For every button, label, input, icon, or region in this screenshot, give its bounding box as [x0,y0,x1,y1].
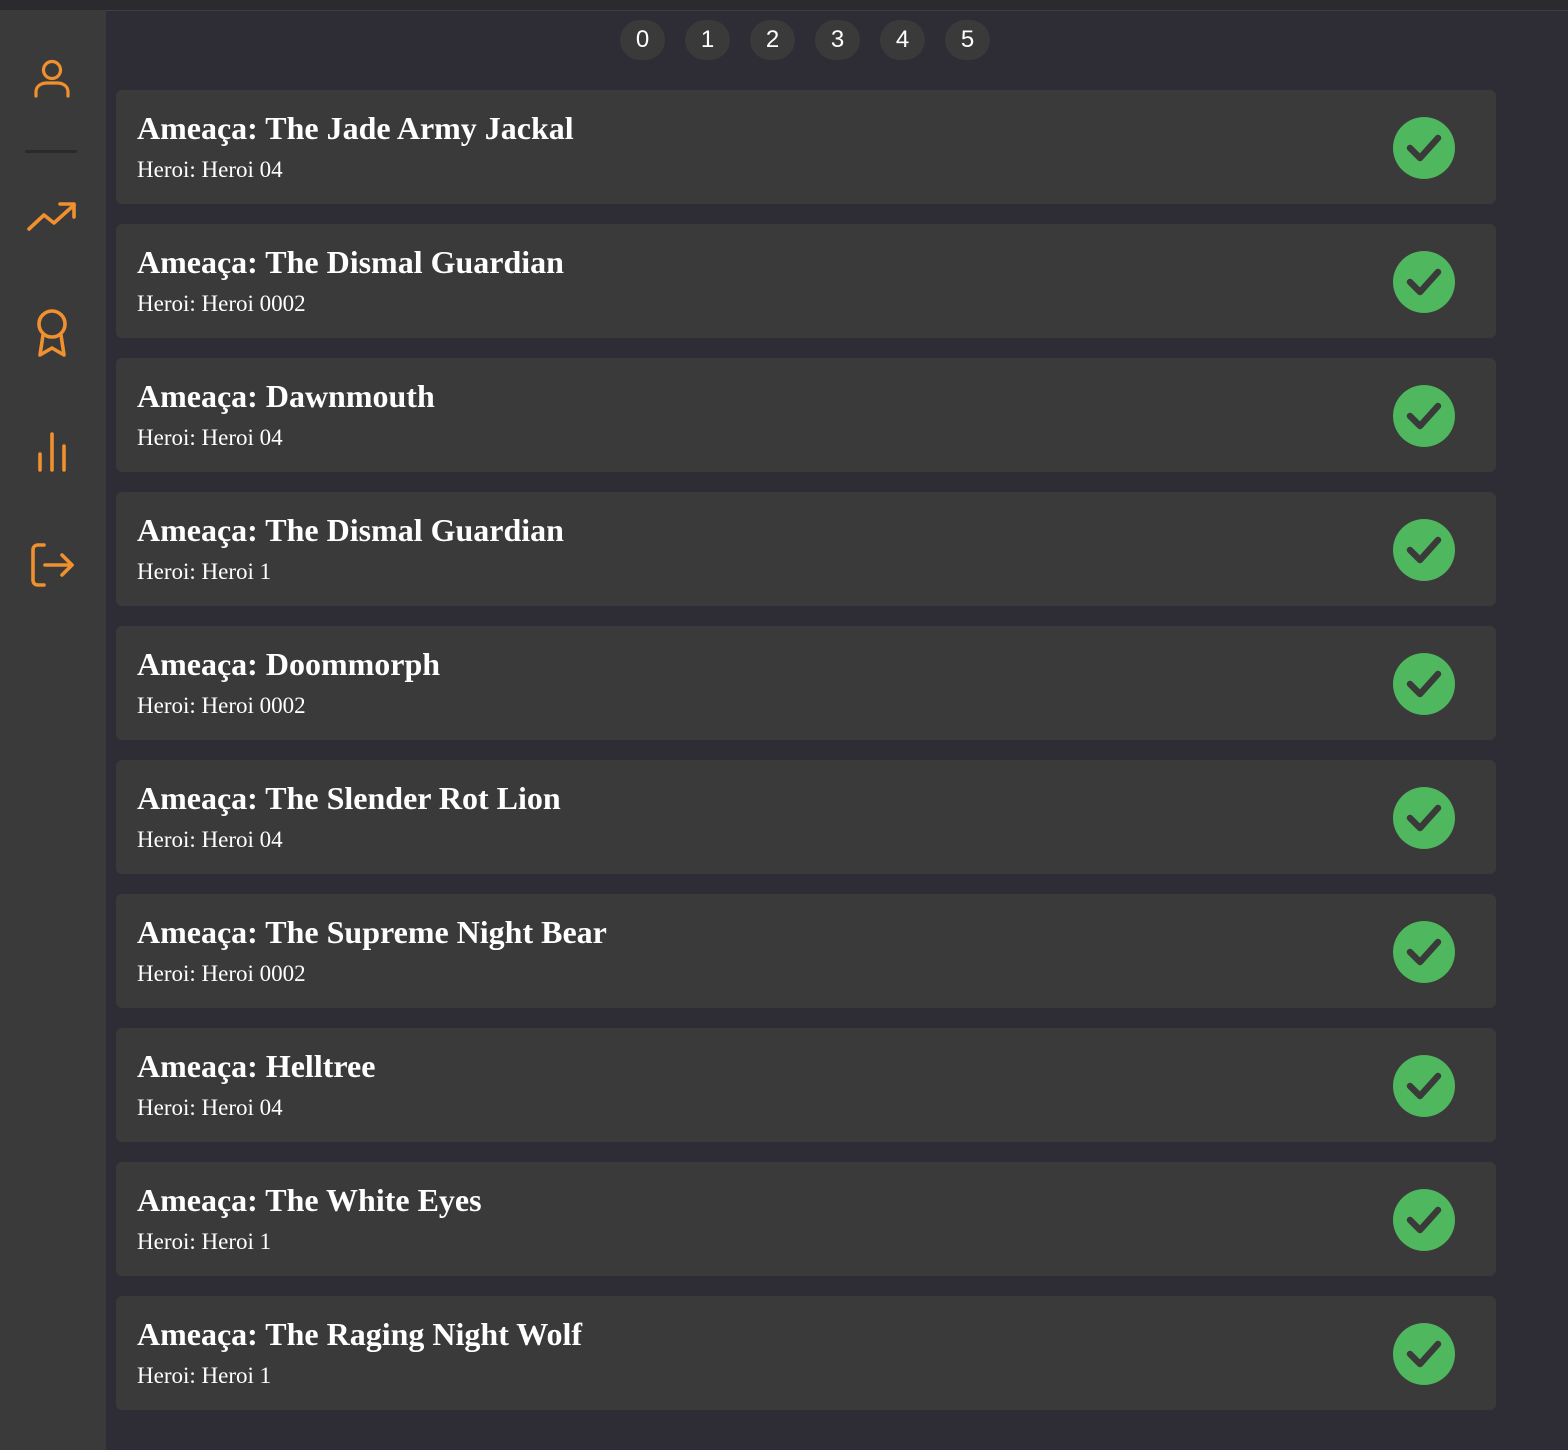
pagination: 0 1 2 3 4 5 [620,20,990,60]
check-circle-icon[interactable] [1393,921,1455,983]
threat-title: Ameaça: The Supreme Night Bear [137,914,607,950]
sidebar-item-profile[interactable] [23,49,81,107]
threat-hero: Heroi: Heroi 0002 [137,961,306,986]
page-button-3[interactable]: 3 [815,20,860,60]
threat-hero: Heroi: Heroi 04 [137,157,283,182]
check-circle-icon[interactable] [1393,653,1455,715]
check-circle-icon[interactable] [1393,1323,1455,1385]
check-circle-icon[interactable] [1393,385,1455,447]
award-icon [37,309,67,357]
trending-up-icon [27,202,76,231]
threat-card: Ameaça: The Dismal Guardian Heroi: Heroi… [116,492,1496,606]
check-circle-icon[interactable] [1393,251,1455,313]
page-button-4[interactable]: 4 [880,20,925,60]
threat-title: Ameaça: Dawnmouth [137,378,435,414]
check-circle-icon[interactable] [1393,117,1455,179]
sidebar [0,10,106,1450]
main-content: 0 1 2 3 4 5 Ameaça: The Jade Army Jackal… [106,10,1568,1450]
page-button-5[interactable]: 5 [945,20,990,60]
threat-card: Ameaça: The Dismal Guardian Heroi: Heroi… [116,224,1496,338]
threat-title: Ameaça: The White Eyes [137,1182,482,1218]
sidebar-item-logout[interactable] [23,536,81,594]
threat-card: Ameaça: The Slender Rot Lion Heroi: Hero… [116,760,1496,874]
threat-title: Ameaça: Helltree [137,1048,376,1084]
threat-title: Ameaça: The Jade Army Jackal [137,110,574,146]
threat-title: Ameaça: The Dismal Guardian [137,512,564,548]
threat-title: Ameaça: The Slender Rot Lion [137,780,561,816]
bar-chart-icon [38,432,66,472]
threat-card: Ameaça: Doommorph Heroi: Heroi 0002 [116,626,1496,740]
threat-hero: Heroi: Heroi 04 [137,1095,283,1120]
threat-hero: Heroi: Heroi 04 [137,827,283,852]
user-icon [34,59,70,98]
threat-hero: Heroi: Heroi 04 [137,425,283,450]
threat-hero: Heroi: Heroi 1 [137,1363,272,1388]
sidebar-item-stats[interactable] [23,421,81,479]
logout-icon [31,543,74,587]
check-circle-icon[interactable] [1393,787,1455,849]
check-circle-icon[interactable] [1393,1189,1455,1251]
sidebar-item-trending[interactable] [23,188,81,246]
threat-hero: Heroi: Heroi 1 [137,1229,272,1254]
threat-hero: Heroi: Heroi 0002 [137,291,306,316]
page-button-2[interactable]: 2 [750,20,795,60]
threat-title: Ameaça: The Dismal Guardian [137,244,564,280]
check-circle-icon[interactable] [1393,1055,1455,1117]
check-circle-icon[interactable] [1393,519,1455,581]
threat-hero: Heroi: Heroi 0002 [137,693,306,718]
page-button-1[interactable]: 1 [685,20,730,60]
sidebar-item-achievements[interactable] [23,304,81,362]
threat-card: Ameaça: Helltree Heroi: Heroi 04 [116,1028,1496,1142]
threat-card: Ameaça: The White Eyes Heroi: Heroi 1 [116,1162,1496,1276]
threat-hero: Heroi: Heroi 1 [137,559,272,584]
threat-card: Ameaça: Dawnmouth Heroi: Heroi 04 [116,358,1496,472]
threat-card: Ameaça: The Supreme Night Bear Heroi: He… [116,894,1496,1008]
sidebar-divider [25,150,77,153]
page-button-0[interactable]: 0 [620,20,665,60]
threat-card: Ameaça: The Jade Army Jackal Heroi: Hero… [116,90,1496,204]
threat-title: Ameaça: Doommorph [137,646,441,682]
threat-title: Ameaça: The Raging Night Wolf [137,1316,583,1352]
threat-card: Ameaça: The Raging Night Wolf Heroi: Her… [116,1296,1496,1410]
